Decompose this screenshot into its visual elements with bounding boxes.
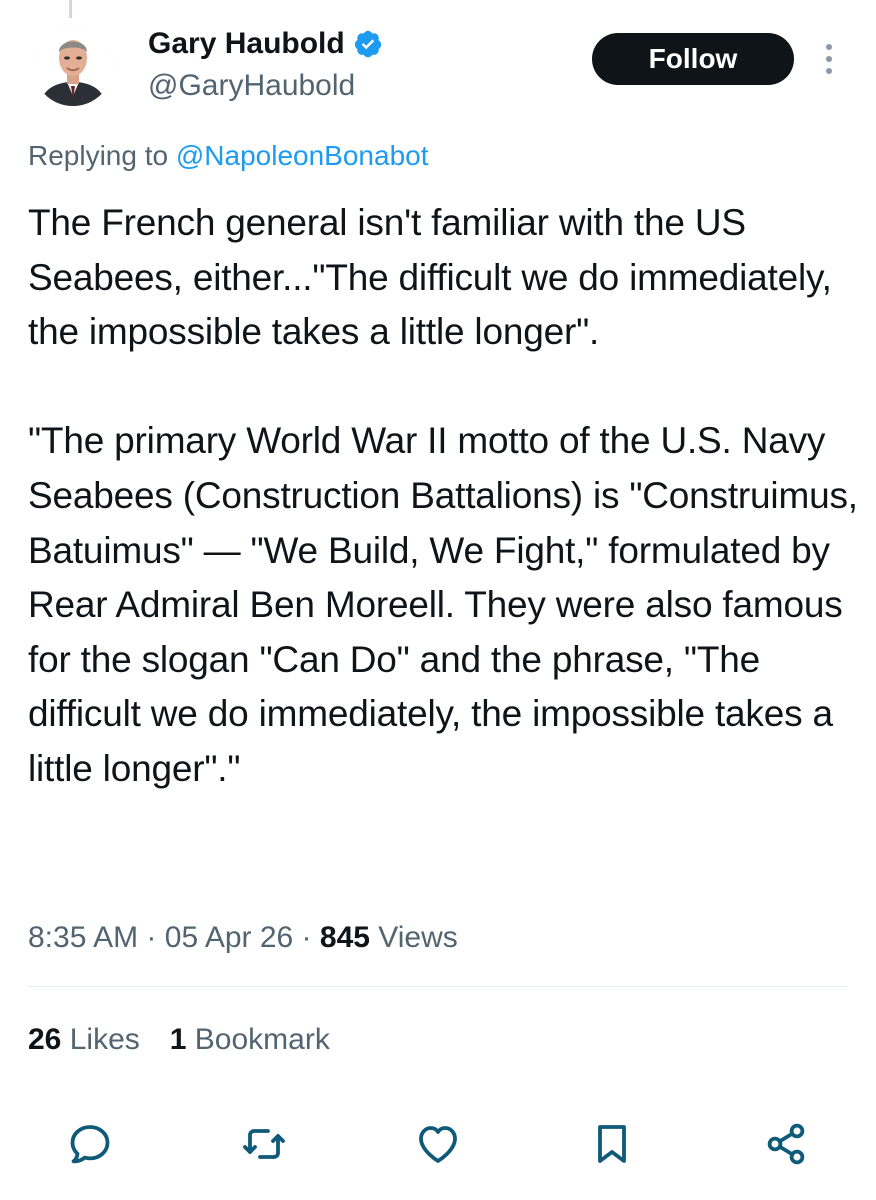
views-label: Views [378,921,458,954]
action-bar [0,1112,876,1172]
tweet-meta: 8:35 AM · 05 Apr 26 · 845 Views [28,918,458,958]
author-name-row: Gary Haubold [148,26,383,62]
more-options-icon[interactable] [822,42,836,76]
reply-context-prefix: Replying to [28,140,176,171]
author-display-name[interactable]: Gary Haubold [148,26,345,62]
meta-separator: · [301,921,312,954]
verified-badge-icon [354,30,381,58]
likes-stat[interactable]: 26 Likes [28,1020,140,1060]
likes-count: 26 [28,1023,62,1056]
engagement-stats: 26 Likes 1 Bookmark [28,1020,330,1060]
share-icon[interactable] [762,1120,810,1168]
author-handle[interactable]: @GaryHaubold [148,68,355,104]
tweet-time[interactable]: 8:35 AM [28,921,138,954]
follow-button[interactable]: Follow [592,33,794,85]
like-icon[interactable] [414,1120,462,1168]
thread-connector-line [69,0,72,18]
bookmark-icon[interactable] [588,1120,636,1168]
tweet-date[interactable]: 05 Apr 26 [165,921,293,954]
likes-label: Likes [69,1023,140,1056]
reply-icon[interactable] [66,1120,114,1168]
avatar-image [33,26,113,106]
meta-separator: · [146,921,157,954]
tweet-text: The French general isn't familiar with t… [28,202,858,789]
bookmarks-stat[interactable]: 1 Bookmark [170,1020,330,1060]
divider [28,986,848,987]
reply-context: Replying to @NapoleonBonabot [28,138,429,174]
retweet-icon[interactable] [240,1120,288,1168]
reply-mention-link[interactable]: @NapoleonBonabot [176,140,429,171]
bookmarks-label: Bookmark [194,1023,330,1056]
bookmarks-count: 1 [169,1023,187,1056]
avatar[interactable] [33,26,113,106]
views-count: 845 [319,921,370,954]
